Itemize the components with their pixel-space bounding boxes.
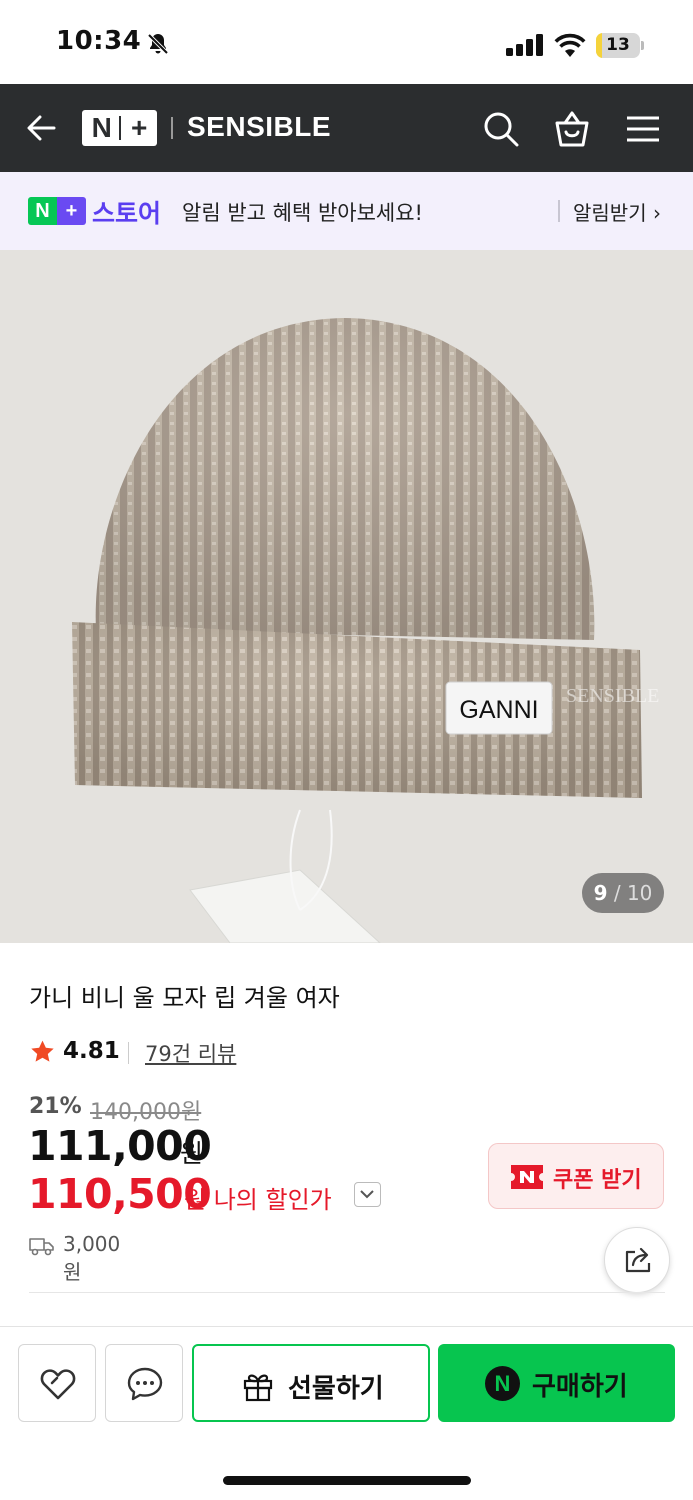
gift-button[interactable]: 선물하기 [192, 1344, 430, 1422]
menu-icon[interactable] [624, 110, 662, 148]
rating-value: 4.81 [63, 1038, 120, 1064]
buy-label: 구매하기 [532, 1372, 628, 1402]
my-discount-label: 원 나의 할인가 [184, 1186, 332, 1214]
sale-price-unit: 원 [180, 1139, 204, 1168]
talktalk-chat-button[interactable] [105, 1344, 183, 1422]
review-count-link[interactable]: 79건 리뷰 [145, 1038, 236, 1068]
home-indicator [223, 1476, 471, 1485]
product-page: 10:34 13 N + SENSIBLE N + 스토어 알림 받고 혜택 받… [0, 0, 693, 1500]
product-title: 가니 비니 울 모자 립 겨울 여자 [29, 984, 340, 1012]
wishlist-button[interactable] [18, 1344, 96, 1422]
banner-divider [558, 200, 560, 222]
logo-n: N [91, 112, 112, 143]
image-current: 9 [593, 881, 608, 905]
notification-subscribe-link[interactable]: 알림받기 › [573, 197, 661, 226]
image-counter: 9 / 10 [582, 873, 664, 913]
coupon-n-icon [511, 1165, 543, 1189]
search-icon[interactable] [482, 110, 520, 148]
battery-icon: 13 [596, 33, 644, 58]
status-bar: 10:34 13 [0, 0, 693, 84]
store-name[interactable]: SENSIBLE [187, 111, 331, 143]
share-icon [625, 1247, 651, 1273]
coupon-button[interactable]: 쿠폰 받기 [488, 1143, 664, 1209]
chevron-down-icon [360, 1190, 374, 1199]
app-header: N + SENSIBLE [0, 84, 693, 172]
logo-plus: + [131, 112, 148, 143]
discount-details-toggle[interactable] [354, 1182, 381, 1207]
truck-icon [29, 1238, 54, 1256]
image-total: 10 [626, 881, 653, 905]
info-divider [29, 1292, 665, 1293]
banner-message: 알림 받고 혜택 받아보세요! [182, 201, 423, 225]
naver-plus-logo[interactable]: N + [82, 110, 157, 146]
shopping-bag-icon[interactable] [553, 110, 591, 148]
back-arrow-icon[interactable] [24, 110, 60, 146]
star-icon [31, 1040, 54, 1062]
status-time: 10:34 [56, 26, 142, 56]
share-button[interactable] [604, 1227, 670, 1293]
store-label: 스토어 [92, 199, 162, 228]
brand-label-text: GANNI [459, 696, 538, 724]
naver-plus-badge: N + [28, 197, 86, 225]
gift-label: 선물하기 [288, 1374, 384, 1404]
watermark-text: SENSIBLE [566, 685, 659, 707]
discount-rate: 21% [29, 1094, 82, 1119]
product-image-carousel[interactable]: GANNI SENSIBLE [0, 250, 693, 943]
cellular-signal-icon [506, 34, 543, 56]
rating-divider [128, 1042, 129, 1064]
naver-pay-n-icon: N [485, 1366, 520, 1401]
beanie-photo: GANNI SENSIBLE [0, 250, 693, 943]
battery-level: 13 [606, 35, 630, 55]
heart-icon [40, 1369, 76, 1400]
header-divider [171, 117, 173, 139]
buy-button[interactable]: N 구매하기 [438, 1344, 675, 1422]
gift-icon [243, 1374, 273, 1402]
chat-bubble-icon [127, 1367, 163, 1401]
coupon-label: 쿠폰 받기 [553, 1168, 642, 1193]
shipping-fee: 3,000원 [63, 1232, 121, 1284]
wifi-icon [554, 33, 586, 57]
bell-off-icon [147, 33, 169, 55]
